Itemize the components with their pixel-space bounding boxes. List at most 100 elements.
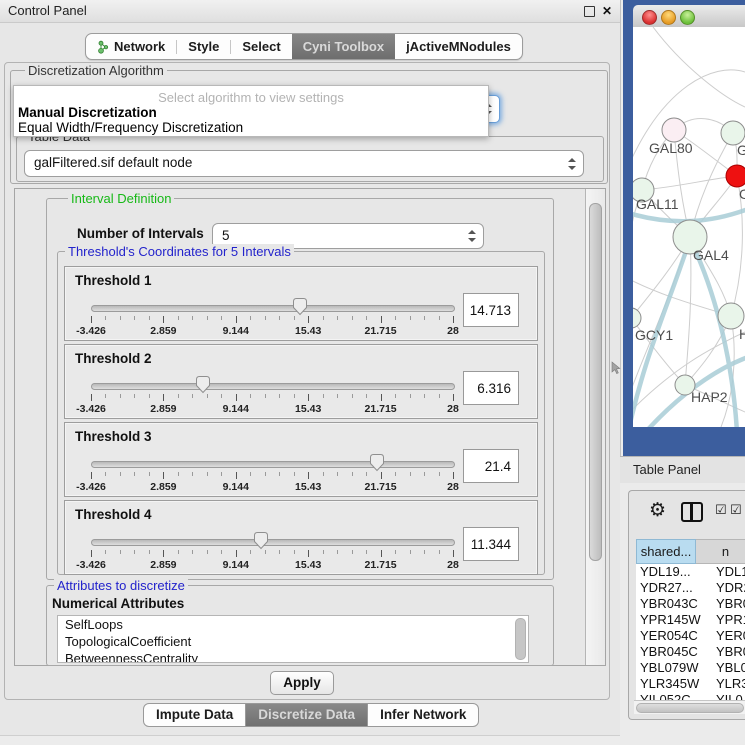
group-title: Discretization Algorithm: [25, 63, 167, 78]
tab-network[interactable]: Network: [86, 34, 176, 59]
network-view-window[interactable]: GAL80GCGAL11GAL4GCY1HHAP2: [623, 0, 745, 456]
network-window-titlebar[interactable]: [633, 5, 745, 28]
slider-thumb[interactable]: [195, 375, 211, 394]
tab-label: Select: [242, 39, 280, 54]
list-scrollbar-thumb[interactable]: [515, 618, 526, 660]
tick-label: -3.426: [76, 481, 106, 493]
slider-thumb[interactable]: [292, 297, 308, 316]
table-row[interactable]: YBL079WYBL0: [636, 660, 745, 676]
minimize-traffic-light-icon[interactable]: [661, 10, 676, 25]
slider-thumb[interactable]: [253, 531, 269, 550]
table-row[interactable]: YLR345WYLR3: [636, 676, 745, 692]
node-attribute-table: shared... n YDL19...YDL1YDR27...YDR2YBR0…: [636, 539, 745, 708]
tick-label: 21.715: [365, 403, 397, 415]
table-row[interactable]: YBR045CYBR0: [636, 644, 745, 660]
slider-tick-labels: -3.4262.8599.14415.4321.71528: [91, 481, 453, 493]
table-row[interactable]: YDR27...YDR2: [636, 580, 745, 596]
tick-label: 2.859: [150, 559, 176, 571]
network-graph: GAL80GCGAL11GAL4GCY1HHAP2: [633, 27, 745, 427]
cell-name: YLR3: [708, 676, 745, 692]
tab-style[interactable]: Style: [177, 34, 230, 59]
tab-cyni-toolbox[interactable]: Cyni Toolbox: [292, 34, 395, 59]
table-data-combobox[interactable]: galFiltered.sif default node: [24, 150, 584, 177]
float-window-icon[interactable]: [584, 6, 595, 17]
dropdown-option-equal-width-frequency[interactable]: Equal Width/Frequency Discretization: [18, 120, 243, 135]
tick-label: 2.859: [150, 325, 176, 337]
table-row[interactable]: YPR145WYPR1: [636, 612, 745, 628]
tab-impute-data[interactable]: Impute Data: [143, 703, 246, 727]
threshold-slider[interactable]: -3.4262.8599.14415.4321.71528: [91, 301, 453, 337]
slider-track[interactable]: [91, 539, 455, 546]
node-label: HAP2: [691, 389, 728, 405]
node-label: G: [737, 142, 745, 158]
tick-label: 2.859: [150, 481, 176, 493]
column-header-name[interactable]: n: [696, 539, 745, 564]
slider-track[interactable]: [91, 383, 455, 390]
number-of-intervals-label: Number of Intervals: [77, 226, 204, 241]
attribute-list-item[interactable]: SelfLoops: [58, 616, 528, 633]
node-label: C: [739, 186, 745, 202]
columns-icon[interactable]: [681, 502, 703, 522]
network-canvas[interactable]: GAL80GCGAL11GAL4GCY1HHAP2: [633, 27, 745, 427]
numerical-attributes-list[interactable]: SelfLoopsTopologicalCoefficientBetweenne…: [57, 615, 529, 663]
threshold-slider[interactable]: -3.4262.8599.14415.4321.71528: [91, 379, 453, 415]
cell-shared-name: YPR145W: [636, 612, 708, 628]
apply-button[interactable]: Apply: [270, 671, 334, 695]
scrollbar-thumb[interactable]: [589, 203, 602, 561]
slider-ticks: [91, 316, 453, 324]
slider-tick-labels: -3.4262.8599.14415.4321.71528: [91, 559, 453, 571]
tick-label: 21.715: [365, 559, 397, 571]
table-row[interactable]: YBR043CYBR0: [636, 596, 745, 612]
tab-label: Discretize Data: [258, 707, 355, 722]
network-node[interactable]: [633, 308, 641, 328]
threshold-slider[interactable]: -3.4262.8599.14415.4321.71528: [91, 457, 453, 493]
attribute-list-item[interactable]: TopologicalCoefficient: [58, 633, 528, 650]
threshold-panel: Threshold 2-3.4262.8599.14415.4321.71528…: [64, 344, 538, 419]
threshold-value-field[interactable]: 11.344: [463, 527, 519, 561]
tick-label: 28: [447, 403, 459, 415]
scrollbar-thumb[interactable]: [636, 703, 744, 713]
attribute-list-item[interactable]: BetweennessCentrality: [58, 650, 528, 663]
cell-shared-name: YER054C: [636, 628, 708, 644]
tab-infer-network[interactable]: Infer Network: [368, 703, 479, 727]
tick-label: 9.144: [223, 403, 249, 415]
combo-value: galFiltered.sif default node: [34, 151, 192, 174]
settings-scroll-panel: Interval Definition Number of Intervals …: [14, 188, 606, 666]
cell-shared-name: YBR045C: [636, 644, 708, 660]
vertical-scrollbar[interactable]: [585, 189, 605, 665]
tab-label: Infer Network: [380, 707, 466, 722]
cell-shared-name: YBR043C: [636, 596, 708, 612]
tab-discretize-data[interactable]: Discretize Data: [246, 703, 368, 727]
tab-jactivemnodules[interactable]: jActiveMNodules: [395, 34, 522, 59]
zoom-traffic-light-icon[interactable]: [680, 10, 695, 25]
checkbox-icon[interactable]: ☑: [715, 503, 727, 519]
close-traffic-light-icon[interactable]: [642, 10, 657, 25]
checkbox-icon[interactable]: ☑: [730, 503, 742, 519]
mouse-cursor: [611, 361, 621, 375]
slider-tick-labels: -3.4262.8599.14415.4321.71528: [91, 325, 453, 337]
dropdown-option-manual-discretization[interactable]: Manual Discretization: [18, 105, 157, 120]
gear-icon[interactable]: ⚙: [649, 499, 666, 521]
cell-shared-name: YLR345W: [636, 676, 708, 692]
close-icon[interactable]: ✕: [602, 3, 612, 19]
screen: Control Panel ✕ Network Style Select Cyn…: [0, 0, 745, 745]
network-node[interactable]: [662, 118, 686, 142]
column-header-shared-name[interactable]: shared...: [636, 539, 696, 564]
threshold-value-field[interactable]: 21.4: [463, 449, 519, 483]
threshold-slider[interactable]: -3.4262.8599.14415.4321.71528: [91, 535, 453, 571]
slider-track[interactable]: [91, 305, 455, 312]
threshold-value-field[interactable]: 6.316: [463, 371, 519, 405]
combo-stepper-icon: [568, 158, 576, 170]
table-row[interactable]: YDL19...YDL1: [636, 564, 745, 580]
horizontal-scrollbar[interactable]: [634, 700, 745, 714]
slider-thumb[interactable]: [369, 453, 385, 472]
threshold-value-field[interactable]: 14.713: [463, 293, 519, 327]
node-label: GAL11: [636, 196, 679, 212]
network-node[interactable]: [726, 165, 745, 187]
cell-name: YPR1: [708, 612, 745, 628]
tab-select[interactable]: Select: [231, 34, 291, 59]
slider-track[interactable]: [91, 461, 455, 468]
table-rows: YDL19...YDL1YDR27...YDR2YBR043CYBR0YPR14…: [636, 564, 745, 708]
cell-name: YBR0: [708, 596, 745, 612]
table-row[interactable]: YER054CYER0: [636, 628, 745, 644]
